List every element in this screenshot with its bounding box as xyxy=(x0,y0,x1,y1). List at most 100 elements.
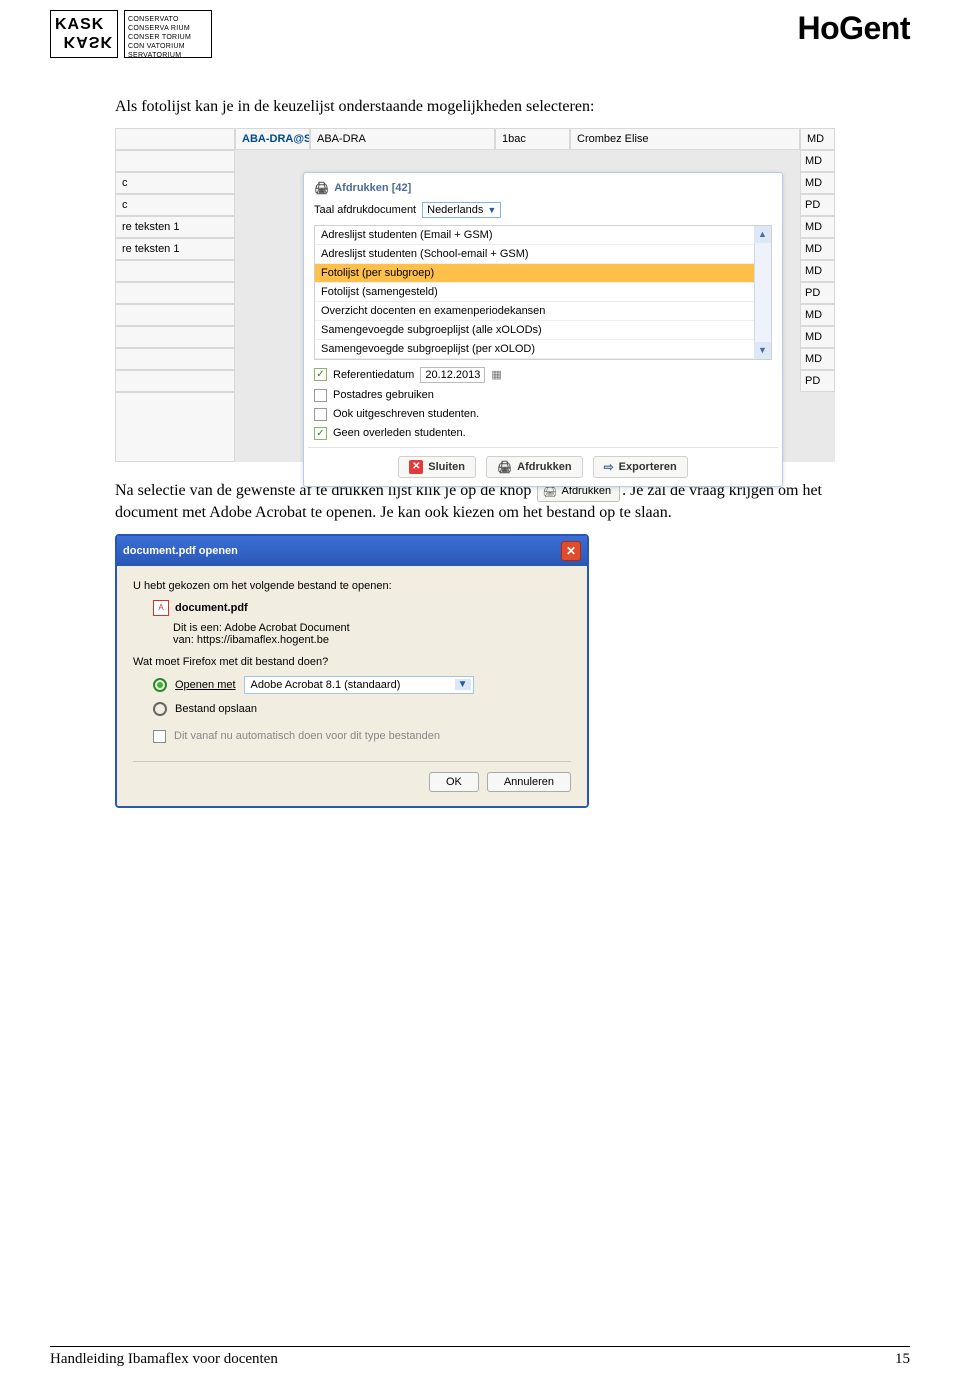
refdate-label: Referentiedatum xyxy=(333,369,414,381)
side-cell xyxy=(115,370,235,392)
lang-value: Nederlands xyxy=(427,204,483,216)
from-label: van: xyxy=(173,634,194,646)
auto-label: Dit vanaf nu automatisch doen voor dit t… xyxy=(174,730,440,742)
list-item[interactable]: Adreslijst studenten (School-email + GSM… xyxy=(315,245,771,264)
report-listbox[interactable]: Adreslijst studenten (Email + GSM) Adres… xyxy=(314,225,772,360)
overleden-label: Geen overleden studenten. xyxy=(333,427,466,439)
sluiten-button[interactable]: ✕ Sluiten xyxy=(398,456,476,478)
conserv-line: CONSERVA RIUM xyxy=(128,24,208,33)
checkbox-postadres[interactable]: ✓ xyxy=(314,389,327,402)
download-question: Wat moet Firefox met dit bestand doen? xyxy=(133,656,571,668)
download-intro: U hebt gekozen om het volgende bestand t… xyxy=(133,580,571,592)
open-with-select[interactable]: Adobe Acrobat 8.1 (standaard) ▼ xyxy=(244,676,474,694)
logo-left: KASK KASK CONSERVATO CONSERVA RIUM CONSE… xyxy=(50,10,212,58)
annuleren-button[interactable]: Annuleren xyxy=(487,772,571,792)
afdrukken-dialog: 🖨 Afdrukken [42] Taal afdrukdocument Ned… xyxy=(303,172,783,487)
side-cell xyxy=(115,260,235,282)
screenshot-afdrukken-dialog: ABA-DRA@S1 ABA-DRA 1bac Crombez Elise MD… xyxy=(115,128,835,462)
page-number: 15 xyxy=(895,1351,910,1368)
list-item[interactable]: Overzicht docenten en examenperiodekanse… xyxy=(315,302,771,321)
dialog-title-row: 🖨 Afdrukken [42] xyxy=(308,177,778,199)
checkbox-refdate[interactable]: ✓ xyxy=(314,368,327,381)
side-cell xyxy=(115,150,235,172)
refdate-input[interactable]: 20.12.2013 xyxy=(420,367,485,383)
tag: MD xyxy=(800,304,835,326)
open-with-value: Adobe Acrobat 8.1 (standaard) xyxy=(251,679,401,691)
list-item[interactable]: Samengevoegde subgroeplijst (per xOLOD) xyxy=(315,340,771,359)
tag: MD xyxy=(800,172,835,194)
printer-icon: 🖨 xyxy=(497,460,512,474)
list-item[interactable]: Samengevoegde subgroeplijst (alle xOLODs… xyxy=(315,321,771,340)
conserv-line: CONSER TORIUM xyxy=(128,33,208,42)
chevron-down-icon: ▼ xyxy=(487,205,496,215)
type-label: Dit is een: xyxy=(173,622,222,634)
side-cell: c xyxy=(115,194,235,216)
afdrukken-label: Afdrukken xyxy=(517,461,571,473)
open-with-label: Openen met xyxy=(175,679,236,691)
side-cell xyxy=(115,304,235,326)
page-footer: Handleiding Ibamaflex voor docenten 15 xyxy=(50,1346,910,1368)
download-title: document.pdf openen xyxy=(123,545,238,557)
conserv-line: CON VATORIUM xyxy=(128,42,208,51)
side-cell xyxy=(115,282,235,304)
tag: MD xyxy=(800,326,835,348)
sluiten-label: Sluiten xyxy=(428,461,465,473)
tag: MD xyxy=(800,150,835,172)
list-item[interactable]: Fotolijst (samengesteld) xyxy=(315,283,771,302)
close-icon: ✕ xyxy=(409,460,423,474)
side-cell xyxy=(115,392,235,462)
side-cell: re teksten 1 xyxy=(115,216,235,238)
grid-cell: Crombez Elise xyxy=(570,128,800,150)
tag: MD xyxy=(800,238,835,260)
radio-open-with[interactable] xyxy=(153,678,167,692)
checkbox-uitgeschreven[interactable]: ✓ xyxy=(314,408,327,421)
exporteren-button[interactable]: ⇨ Exporteren xyxy=(593,456,688,478)
conservatorium-logo: CONSERVATO CONSERVA RIUM CONSER TORIUM C… xyxy=(124,10,212,58)
scroll-up-icon[interactable]: ▲ xyxy=(754,226,771,243)
dialog-title: Afdrukken [42] xyxy=(334,182,411,194)
tag: MD xyxy=(800,260,835,282)
printer-icon: 🖨 xyxy=(314,181,329,195)
grid-cell: MD xyxy=(800,128,835,150)
hogent-logo: HoGent xyxy=(797,10,910,47)
uitgeschreven-label: Ook uitgeschreven studenten. xyxy=(333,408,479,420)
from-value: https://ibamaflex.hogent.be xyxy=(197,634,329,646)
footer-title: Handleiding Ibamaflex voor docenten xyxy=(50,1351,278,1368)
side-cell: c xyxy=(115,172,235,194)
ok-button[interactable]: OK xyxy=(429,772,479,792)
download-filename: document.pdf xyxy=(175,602,248,614)
tag: PD xyxy=(800,370,835,392)
save-label: Bestand opslaan xyxy=(175,703,257,715)
paragraph-1: Als fotolijst kan je in de keuzelijst on… xyxy=(115,96,845,118)
tag: PD xyxy=(800,194,835,216)
conserv-line: CONSERVATO xyxy=(128,15,208,24)
side-cell xyxy=(115,326,235,348)
pdf-icon: A xyxy=(153,600,169,616)
checkbox-overleden[interactable]: ✓ xyxy=(314,427,327,440)
kask-logo: KASK KASK xyxy=(50,10,118,58)
grid-cell: ABA-DRA xyxy=(310,128,495,150)
list-item[interactable]: Adreslijst studenten (Email + GSM) xyxy=(315,226,771,245)
checkbox-auto[interactable] xyxy=(153,730,166,743)
scroll-down-icon[interactable]: ▼ xyxy=(754,342,771,359)
postadres-label: Postadres gebruiken xyxy=(333,389,434,401)
list-item-selected[interactable]: Fotolijst (per subgroep) xyxy=(315,264,771,283)
side-cell xyxy=(115,348,235,370)
close-button[interactable]: ✕ xyxy=(561,541,581,561)
kask-bottom: KASK xyxy=(64,33,113,49)
conserv-line: SERVATORIUM xyxy=(128,51,208,60)
radio-save[interactable] xyxy=(153,702,167,716)
calendar-icon[interactable]: ▦ xyxy=(491,368,501,381)
afdrukken-button[interactable]: 🖨 Afdrukken xyxy=(486,456,583,478)
exporteren-label: Exporteren xyxy=(619,461,677,473)
kask-top: KASK xyxy=(55,17,113,33)
grid-cell: 1bac xyxy=(495,128,570,150)
lang-select[interactable]: Nederlands ▼ xyxy=(422,202,501,218)
type-value: Adobe Acrobat Document xyxy=(224,622,349,634)
lang-label: Taal afdrukdocument xyxy=(314,204,416,216)
grid-cell xyxy=(115,128,235,150)
grid-code: ABA-DRA@S1 xyxy=(235,128,310,150)
scrollbar[interactable]: ▲ ▼ xyxy=(754,226,771,359)
tag: PD xyxy=(800,282,835,304)
screenshot-download-dialog: document.pdf openen ✕ U hebt gekozen om … xyxy=(115,534,589,808)
